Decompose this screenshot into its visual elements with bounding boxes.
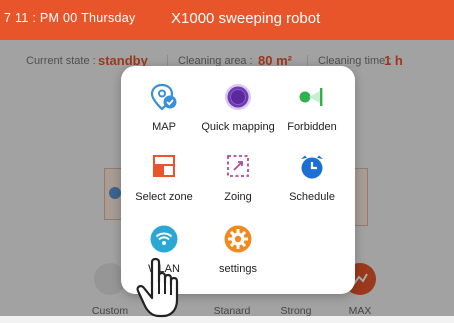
gear-icon (223, 224, 253, 254)
dashed-zone-icon (223, 152, 253, 182)
menu-item-label: Forbidden (287, 121, 337, 133)
menu-item-label: settings (219, 263, 257, 275)
menu-item-label: Select zone (135, 191, 193, 203)
menu-item-label: Quick mapping (201, 121, 275, 133)
top-bar: 7 11 : PM 00 Thursday X1000 sweeping rob… (0, 0, 454, 40)
menu-item-select-zone[interactable]: Select zone (125, 150, 203, 210)
menu-item-label: MAP (152, 121, 176, 133)
menu-item-map[interactable]: MAP (125, 80, 203, 140)
map-pin-check-icon (149, 82, 179, 112)
menu-item-schedule[interactable]: Schedule (273, 150, 351, 210)
wifi-icon (149, 224, 179, 254)
menu-item-settings[interactable]: settings (199, 222, 277, 282)
menu-item-quick-mapping[interactable]: Quick mapping (199, 80, 277, 140)
menu-item-zoing[interactable]: Zoing (199, 150, 277, 210)
select-zone-icon (149, 152, 179, 182)
menu-item-forbidden[interactable]: Forbidden (273, 80, 351, 140)
record-dot-icon (223, 82, 253, 112)
clock-text: 7 11 : PM 00 Thursday (4, 11, 136, 25)
alarm-clock-icon (297, 152, 327, 182)
menu-item-label: Zoing (224, 191, 252, 203)
app-title: X1000 sweeping robot (171, 10, 321, 27)
virtual-wall-icon (297, 82, 327, 112)
hand-pointer-icon (134, 256, 196, 318)
menu-item-label: Schedule (289, 191, 335, 203)
